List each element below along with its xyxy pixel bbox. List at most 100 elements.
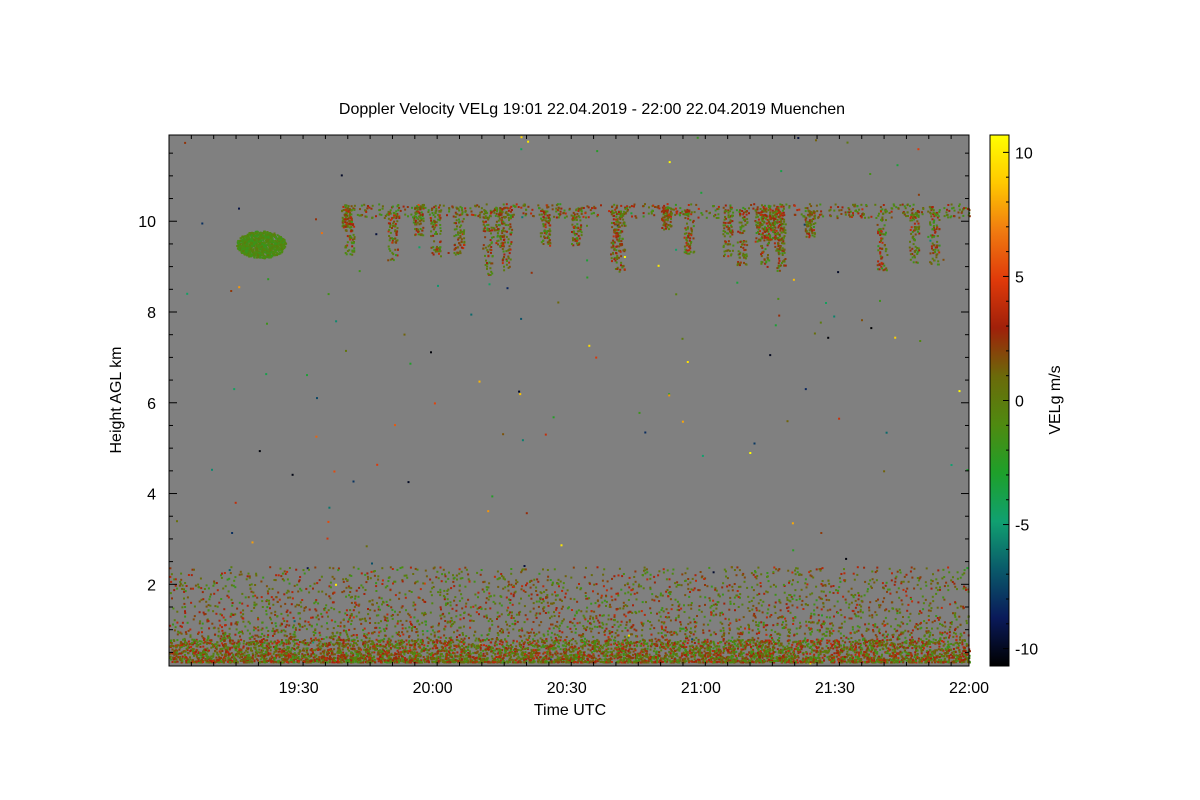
noise-pixel bbox=[527, 140, 530, 143]
noise-pixel bbox=[883, 470, 886, 473]
noise-pixel bbox=[696, 136, 699, 139]
noise-pixel bbox=[813, 332, 816, 335]
noise-pixel bbox=[315, 435, 318, 438]
noise-pixel bbox=[668, 161, 671, 164]
noise-pixel bbox=[867, 622, 870, 625]
y-tick-label: 4 bbox=[147, 487, 156, 504]
noise-pixel bbox=[596, 150, 599, 153]
noise-pixel bbox=[234, 501, 237, 504]
noise-pixel bbox=[230, 290, 233, 292]
noise-pixel bbox=[266, 322, 268, 325]
noise-pixel bbox=[879, 299, 881, 302]
noise-pixel bbox=[950, 464, 953, 466]
noise-pixel bbox=[929, 239, 932, 242]
noise-pixel bbox=[586, 259, 589, 262]
noise-pixel bbox=[520, 148, 523, 151]
noise-pixel bbox=[333, 470, 336, 473]
noise-pixel bbox=[267, 278, 270, 281]
noise-pixel bbox=[700, 191, 703, 194]
noise-pixel bbox=[749, 452, 752, 454]
x-tick-label: 22:00 bbox=[949, 680, 989, 697]
noise-pixel bbox=[797, 137, 800, 139]
noise-pixel bbox=[825, 598, 828, 601]
noise-pixel bbox=[819, 321, 822, 324]
noise-pixel bbox=[335, 583, 337, 586]
noise-pixel bbox=[231, 532, 234, 534]
noise-pixel bbox=[927, 235, 930, 238]
noise-pixel bbox=[681, 420, 684, 423]
noise-pixel bbox=[521, 216, 524, 219]
noise-pixel bbox=[403, 333, 406, 336]
noise-pixel bbox=[786, 420, 789, 423]
x-axis-label: Time UTC bbox=[534, 702, 606, 719]
noise-pixel bbox=[184, 141, 187, 144]
noise-pixel bbox=[833, 315, 836, 318]
noise-pixel bbox=[176, 520, 178, 523]
noise-pixel bbox=[437, 284, 439, 287]
noise-pixel bbox=[530, 271, 533, 274]
noise-pixel bbox=[345, 349, 347, 352]
noise-pixel bbox=[638, 411, 641, 414]
noise-pixel bbox=[316, 397, 318, 400]
noise-pixel bbox=[327, 293, 330, 296]
noise-pixel bbox=[919, 340, 922, 342]
noise-pixel bbox=[595, 356, 598, 359]
noise-pixel bbox=[778, 314, 781, 317]
noise-pixel bbox=[375, 233, 378, 236]
noise-pixel bbox=[523, 565, 526, 567]
noise-pixel bbox=[518, 390, 521, 393]
noise-pixel bbox=[506, 287, 509, 290]
noise-pixel bbox=[837, 271, 840, 274]
noise-pixel bbox=[365, 545, 368, 548]
y-tick-label: 6 bbox=[147, 396, 156, 413]
noise-pixel bbox=[233, 388, 236, 391]
noise-pixel bbox=[376, 463, 379, 466]
noise-pixel bbox=[430, 351, 432, 354]
noise-pixel bbox=[265, 373, 268, 376]
noise-pixel bbox=[315, 218, 317, 221]
noise-pixel bbox=[869, 173, 872, 175]
noise-pixel bbox=[478, 380, 481, 383]
noise-pixel bbox=[211, 468, 213, 471]
noise-pixel bbox=[753, 442, 756, 445]
doppler-velocity-chart: Doppler Velocity VELg 19:01 22.04.2019 -… bbox=[108, 101, 1064, 719]
noise-pixel bbox=[712, 571, 715, 574]
noise-pixel bbox=[839, 580, 842, 583]
y-tick-label: 2 bbox=[147, 577, 156, 594]
noise-pixel bbox=[470, 313, 473, 316]
noise-pixel bbox=[519, 393, 522, 396]
noise-pixel bbox=[774, 324, 777, 327]
x-tick-label: 19:30 bbox=[279, 680, 319, 697]
noise-pixel bbox=[352, 480, 355, 483]
noise-pixel bbox=[586, 276, 589, 279]
noise-pixel bbox=[628, 634, 630, 637]
noise-pixel bbox=[544, 433, 547, 436]
noise-pixel bbox=[846, 141, 849, 144]
noise-pixel bbox=[681, 337, 684, 340]
noise-pixel bbox=[845, 557, 848, 560]
x-tick-label: 21:00 bbox=[681, 680, 721, 697]
noise-pixel bbox=[520, 136, 523, 139]
noise-pixel bbox=[820, 532, 823, 534]
noise-pixel bbox=[525, 512, 528, 515]
noise-pixel bbox=[838, 417, 841, 420]
noise-pixel bbox=[803, 223, 806, 226]
noise-pixel bbox=[320, 232, 323, 235]
noise-pixel bbox=[686, 361, 689, 363]
noise-pixel bbox=[552, 416, 555, 419]
noise-pixel bbox=[630, 212, 633, 215]
noise-pixel bbox=[623, 256, 626, 258]
noise-pixel bbox=[328, 506, 331, 509]
noise-pixel bbox=[557, 301, 560, 304]
noise-pixel bbox=[701, 454, 704, 457]
noise-pixel bbox=[815, 139, 817, 142]
noise-pixel bbox=[777, 297, 780, 300]
y-tick-label: 10 bbox=[138, 214, 156, 231]
noise-pixel bbox=[827, 336, 830, 339]
noise-pixel bbox=[588, 344, 591, 347]
noise-pixel bbox=[520, 317, 523, 320]
noise-pixel bbox=[675, 293, 678, 296]
noise-pixel bbox=[769, 354, 772, 357]
colorbar-tick-label: -10 bbox=[1015, 642, 1038, 659]
colorbar-tick-label: 10 bbox=[1015, 145, 1033, 162]
